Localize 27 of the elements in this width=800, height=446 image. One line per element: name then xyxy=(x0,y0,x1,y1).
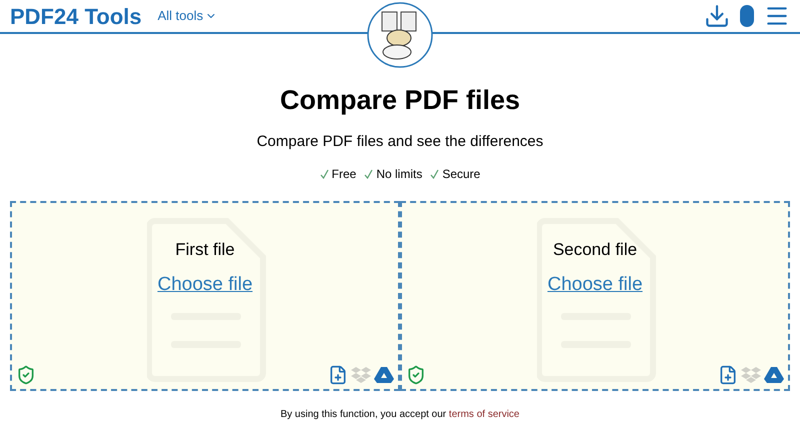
page-title: Compare PDF files xyxy=(280,84,520,117)
file-label: Second file xyxy=(552,239,638,261)
terms-notice: By using this function, you accept our terms of service xyxy=(279,408,520,422)
shield-check-icon xyxy=(406,365,426,385)
all-tools-menu[interactable]: All tools xyxy=(158,6,218,26)
check-icon xyxy=(430,169,440,179)
add-file-icon[interactable] xyxy=(718,365,738,385)
choose-file-link[interactable]: Choose file xyxy=(157,270,253,299)
mascot-logo-icon[interactable] xyxy=(367,2,433,68)
add-file-icon[interactable] xyxy=(328,365,348,385)
page-subtitle: Compare PDF files and see the differences xyxy=(256,132,544,152)
check-icon xyxy=(320,169,329,179)
feature-label: No limits xyxy=(376,166,422,183)
feature-label: Secure xyxy=(442,166,480,183)
brand-logo[interactable]: PDF24 Tools xyxy=(10,0,142,32)
drive-icon[interactable] xyxy=(374,366,394,384)
check-icon xyxy=(364,169,374,179)
file-drop-zone[interactable]: Second file Choose file xyxy=(400,201,790,391)
feature-label: Free xyxy=(332,166,356,183)
choose-file-link[interactable]: Choose file xyxy=(547,270,643,299)
file-label: First file xyxy=(175,239,235,261)
file-drop-zone[interactable]: First file Choose file xyxy=(10,201,400,391)
terms-link[interactable]: terms of service xyxy=(448,409,520,420)
toggle-icon[interactable] xyxy=(740,5,754,27)
drive-icon[interactable] xyxy=(764,366,784,384)
shield-check-icon xyxy=(16,365,36,385)
download-icon[interactable] xyxy=(704,3,730,29)
